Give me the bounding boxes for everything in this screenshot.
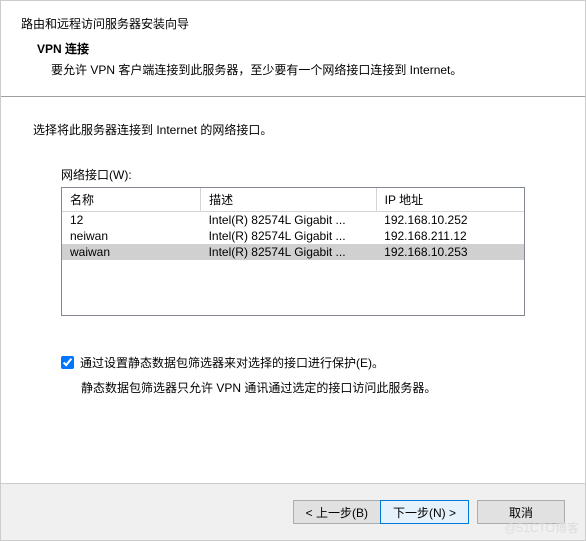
checkbox-section: 通过设置静态数据包筛选器来对选择的接口进行保护(E)。 静态数据包筛选器只允许 … bbox=[61, 354, 525, 396]
table-row[interactable]: waiwan Intel(R) 82574L Gigabit ... 192.1… bbox=[62, 244, 524, 260]
cell-ip: 192.168.211.12 bbox=[376, 228, 524, 244]
section-description: 要允许 VPN 客户端连接到此服务器，至少要有一个网络接口连接到 Interne… bbox=[37, 61, 565, 78]
cell-ip: 192.168.10.252 bbox=[376, 212, 524, 229]
cell-ip: 192.168.10.253 bbox=[376, 244, 524, 260]
back-button[interactable]: < 上一步(B) bbox=[293, 500, 381, 524]
dialog-footer: < 上一步(B) 下一步(N) > 取消 bbox=[1, 483, 585, 540]
instruction-text: 选择将此服务器连接到 Internet 的网络接口。 bbox=[33, 121, 553, 138]
table-blank bbox=[62, 260, 524, 315]
cell-desc: Intel(R) 82574L Gigabit ... bbox=[201, 212, 377, 229]
table-row[interactable]: 12 Intel(R) 82574L Gigabit ... 192.168.1… bbox=[62, 212, 524, 229]
col-name[interactable]: 名称 bbox=[62, 188, 201, 212]
protect-checkbox-label: 通过设置静态数据包筛选器来对选择的接口进行保护(E)。 bbox=[80, 354, 384, 371]
dialog-header: 路由和远程访问服务器安装向导 VPN 连接 要允许 VPN 客户端连接到此服务器… bbox=[1, 1, 585, 88]
cell-name: neiwan bbox=[62, 228, 201, 244]
dialog-content: 选择将此服务器连接到 Internet 的网络接口。 网络接口(W): 名称 描… bbox=[1, 97, 585, 396]
cell-desc: Intel(R) 82574L Gigabit ... bbox=[201, 244, 377, 260]
table-header-row: 名称 描述 IP 地址 bbox=[62, 188, 524, 212]
table-row[interactable]: neiwan Intel(R) 82574L Gigabit ... 192.1… bbox=[62, 228, 524, 244]
col-ip[interactable]: IP 地址 bbox=[376, 188, 524, 212]
next-button[interactable]: 下一步(N) > bbox=[380, 500, 469, 524]
subtitle-block: VPN 连接 要允许 VPN 客户端连接到此服务器，至少要有一个网络接口连接到 … bbox=[21, 40, 565, 78]
cancel-button[interactable]: 取消 bbox=[477, 500, 565, 524]
protect-checkbox[interactable] bbox=[61, 356, 74, 369]
col-desc[interactable]: 描述 bbox=[201, 188, 377, 212]
cell-desc: Intel(R) 82574L Gigabit ... bbox=[201, 228, 377, 244]
wizard-title: 路由和远程访问服务器安装向导 bbox=[21, 15, 565, 32]
nav-button-group: < 上一步(B) 下一步(N) > bbox=[293, 500, 469, 524]
wizard-dialog: 路由和远程访问服务器安装向导 VPN 连接 要允许 VPN 客户端连接到此服务器… bbox=[0, 0, 586, 541]
cell-name: 12 bbox=[62, 212, 201, 229]
cell-name: waiwan bbox=[62, 244, 201, 260]
interface-table[interactable]: 名称 描述 IP 地址 12 Intel(R) 82574L Gigabit .… bbox=[61, 187, 525, 316]
protect-checkbox-desc: 静态数据包筛选器只允许 VPN 通讯通过选定的接口访问此服务器。 bbox=[61, 379, 525, 396]
protect-checkbox-row[interactable]: 通过设置静态数据包筛选器来对选择的接口进行保护(E)。 bbox=[61, 354, 525, 371]
table-label: 网络接口(W): bbox=[33, 166, 553, 183]
section-title: VPN 连接 bbox=[37, 40, 565, 57]
